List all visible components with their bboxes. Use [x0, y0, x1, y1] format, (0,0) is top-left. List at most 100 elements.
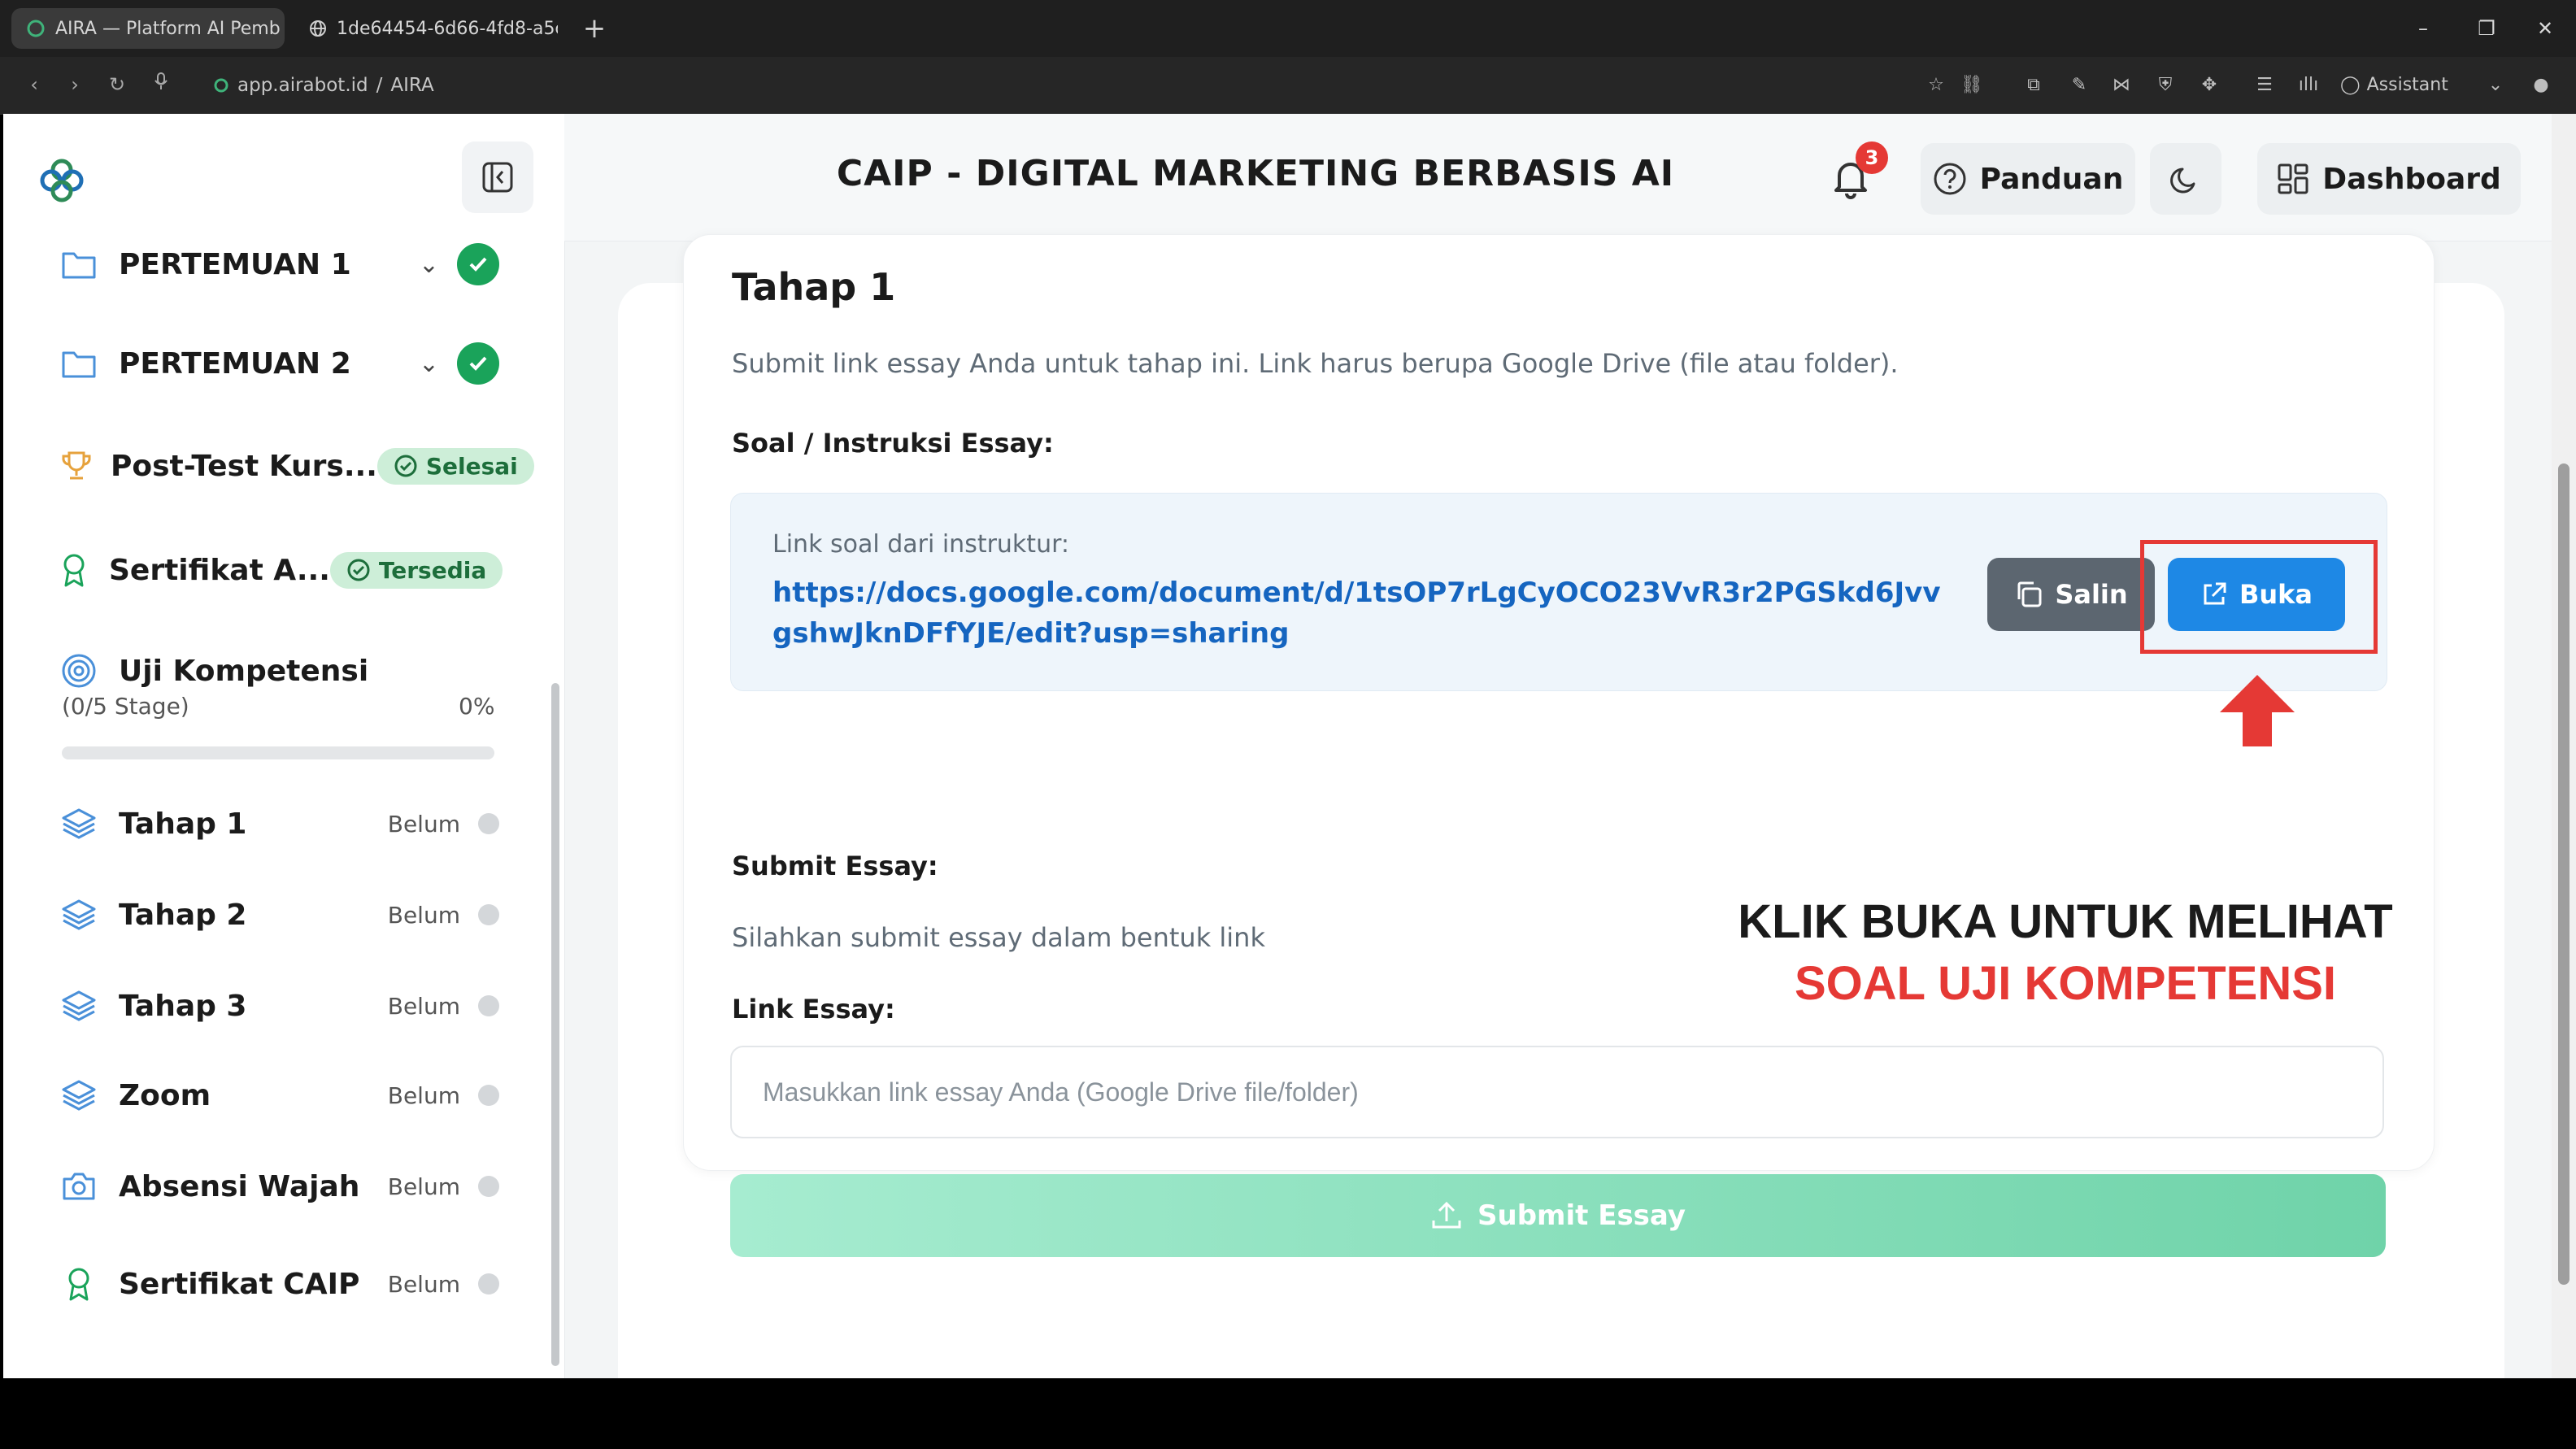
sidebar-item-tahap-3[interactable]: Tahap 3 Belum — [60, 977, 499, 1034]
sidebar-scrollbar-thumb[interactable] — [551, 683, 559, 1366]
chevron-down-icon[interactable]: ⌄ — [419, 250, 439, 279]
status-dot — [478, 1176, 499, 1197]
stage-status: Belum — [387, 1081, 460, 1109]
upload-icon — [1432, 1201, 1461, 1229]
panduan-label: Panduan — [1979, 162, 2124, 196]
forward-arrow-icon[interactable]: › — [60, 70, 89, 99]
sidebar-item-zoom[interactable]: Zoom Belum — [60, 1067, 499, 1124]
sidebar: PERTEMUAN 1 ⌄ PERTEMUAN 2 ⌄ Post-Test Ku… — [3, 114, 565, 1378]
submit-essay-label: Submit Essay — [1477, 1199, 1686, 1232]
sidebar-item-tahap-2[interactable]: Tahap 2 Belum — [60, 886, 499, 943]
address-bar[interactable]: app.airabot.id / AIRA — [213, 72, 434, 99]
copy-icon — [2017, 581, 2042, 607]
reload-icon[interactable]: ↻ — [102, 70, 132, 99]
status-dot — [478, 904, 499, 925]
stage-status: Belum — [387, 901, 460, 929]
sidebar-item-label: PERTEMUAN 2 — [119, 346, 351, 381]
sidebar-item-absensi-wajah[interactable]: Absensi Wajah Belum — [60, 1158, 499, 1215]
sidebar-item-pertemuan-1[interactable]: PERTEMUAN 1 ⌄ — [60, 236, 499, 293]
panduan-button[interactable]: Panduan — [1921, 143, 2135, 215]
arrow-up-icon — [2218, 673, 2296, 748]
sidebar-item-label: Tahap 1 — [119, 807, 247, 841]
screenshot-icon[interactable]: ⧉ — [2020, 72, 2047, 99]
extension-icon[interactable]: ⋈ — [2108, 72, 2135, 99]
bookmark-star-icon[interactable]: ☆ — [1922, 72, 1950, 99]
url-host: app.airabot.id — [237, 75, 368, 96]
chevron-down-icon[interactable]: ⌄ — [2482, 72, 2509, 99]
menu-lines-icon[interactable]: ☰ — [2251, 72, 2278, 99]
back-arrow-icon[interactable]: ‹ — [20, 70, 49, 99]
browser-tab[interactable]: 1de64454-6d66-4fd8-a5c — [294, 8, 558, 49]
sidebar-item-label: Tahap 2 — [119, 898, 247, 932]
essay-link-input[interactable] — [730, 1046, 2384, 1138]
assistant-button[interactable]: ◯ Assistant — [2340, 72, 2448, 99]
dashboard-grid-icon — [2278, 163, 2308, 194]
page-scrollbar-thumb[interactable] — [2558, 463, 2569, 1285]
new-tab-button[interactable]: + — [577, 11, 611, 46]
layers-icon — [60, 896, 98, 933]
stage-description: Submit link essay Anda untuk tahap ini. … — [732, 348, 1899, 379]
sidebar-item-pertemuan-2[interactable]: PERTEMUAN 2 ⌄ — [60, 335, 499, 392]
stage-status: Belum — [387, 810, 460, 838]
moon-icon — [2170, 168, 2195, 194]
share-link-icon[interactable]: ⛓ — [1958, 72, 1986, 99]
profile-icon[interactable]: ● — [2527, 72, 2555, 99]
sidebar-item-tahap-1[interactable]: Tahap 1 Belum — [60, 795, 499, 852]
stage-status: Belum — [387, 992, 460, 1020]
stage-status: Belum — [387, 1270, 460, 1298]
browser-tab-bar: AIRA — Platform AI Pemb 1de64454-6d66-4f… — [0, 0, 2576, 57]
soal-link[interactable]: https://docs.google.com/document/d/1tsOP… — [772, 572, 1960, 654]
check-circle-icon — [457, 243, 499, 285]
status-badge: Selesai — [376, 447, 534, 485]
microphone-icon[interactable] — [146, 70, 176, 99]
progress-bar — [62, 746, 494, 759]
url-path: AIRA — [390, 75, 434, 96]
audio-wave-icon[interactable]: ıllı — [2295, 72, 2322, 99]
sidebar-item-sertifikat-a[interactable]: Sertifikat A... Tersedia — [60, 542, 503, 598]
sidebar-item-uji-kompetensi[interactable]: Uji Kompetensi — [60, 642, 499, 699]
status-badge-label: Tersedia — [378, 556, 487, 584]
globe-icon — [309, 19, 327, 38]
page-header: CAIP - DIGITAL MARKETING BERBASIS AI 3 P… — [564, 114, 2552, 242]
highlight-box — [2140, 540, 2378, 654]
chevron-down-icon[interactable]: ⌄ — [419, 350, 439, 378]
app-logo-icon — [37, 156, 86, 205]
status-dot — [478, 995, 499, 1016]
status-dot — [478, 1273, 499, 1295]
panel-left-icon — [482, 162, 513, 193]
dashboard-button[interactable]: Dashboard — [2257, 143, 2521, 215]
sidebar-item-sertifikat-caip[interactable]: Sertifikat CAIP Belum — [60, 1255, 499, 1312]
puzzle-icon[interactable]: ✥ — [2195, 72, 2223, 99]
submit-essay-button[interactable]: Submit Essay — [730, 1174, 2386, 1257]
progress-percent: 0% — [459, 693, 495, 720]
status-badge: Tersedia — [329, 551, 503, 589]
restore-button[interactable]: ❐ — [2469, 11, 2504, 46]
theme-toggle-button[interactable] — [2150, 143, 2221, 215]
browser-tab-active[interactable]: AIRA — Platform AI Pemb — [11, 8, 285, 49]
sidebar-item-post-test[interactable]: Post-Test Kurs... Selesai — [60, 437, 534, 494]
site-favicon-icon — [26, 19, 46, 38]
assistant-label: Assistant — [2366, 75, 2448, 95]
sidebar-item-label: PERTEMUAN 1 — [119, 247, 351, 281]
shield-icon[interactable]: ⛨ — [2152, 72, 2179, 99]
site-info-icon — [214, 78, 228, 93]
submit-essay-description: Silahkan submit essay dalam bentuk link — [732, 922, 1265, 953]
status-dot — [478, 1085, 499, 1106]
stage-title: Tahap 1 — [732, 265, 896, 309]
sidebar-item-label: Sertifikat CAIP — [119, 1267, 360, 1301]
trophy-icon — [60, 447, 93, 485]
folder-icon — [60, 345, 98, 382]
close-window-button[interactable]: ✕ — [2527, 11, 2563, 46]
target-icon — [60, 652, 98, 690]
stage-status: Belum — [387, 1173, 460, 1200]
copy-button[interactable]: Salin — [1987, 558, 2155, 631]
minimize-button[interactable]: – — [2405, 11, 2441, 46]
sidebar-collapse-button[interactable] — [462, 141, 533, 213]
pen-icon[interactable]: ✎ — [2065, 72, 2093, 99]
tab-title: AIRA — Platform AI Pemb — [55, 18, 281, 39]
copy-label: Salin — [2055, 579, 2128, 610]
annotation-line-2: SOAL UJI KOMPETENSI — [1794, 957, 2337, 1010]
status-dot — [478, 813, 499, 834]
sidebar-item-label: Tahap 3 — [119, 989, 247, 1023]
layers-icon — [60, 805, 98, 842]
